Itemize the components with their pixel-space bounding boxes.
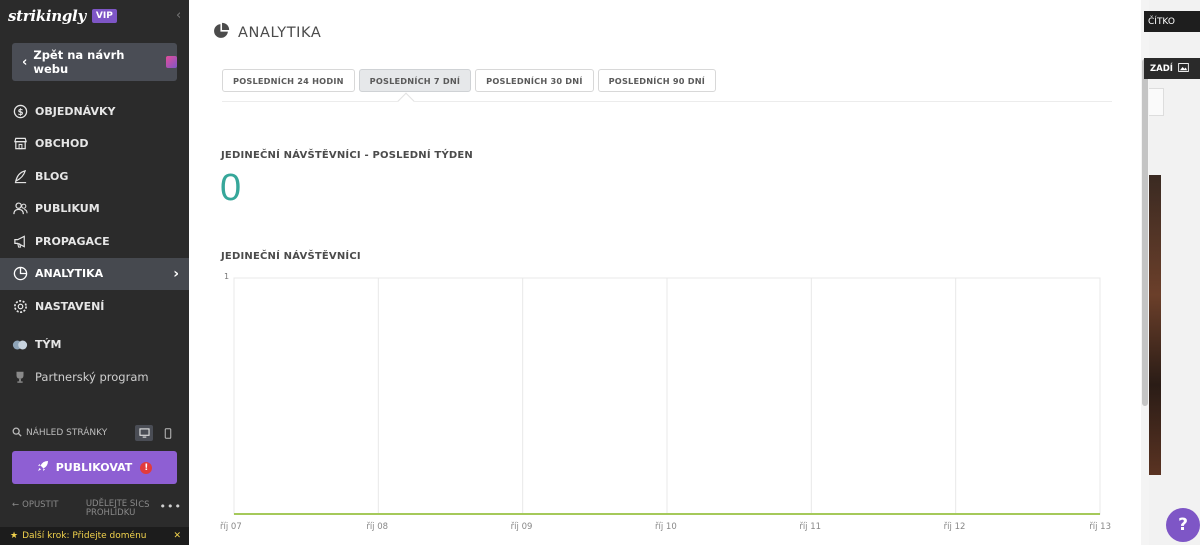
- exit-label: OPUSTIT: [22, 500, 59, 510]
- device-toggle: [135, 425, 177, 441]
- x-tick-label: říj 09: [511, 522, 533, 532]
- sidebar-item-audience[interactable]: PUBLIKUM: [0, 193, 189, 226]
- star-icon: ★: [10, 531, 19, 541]
- trophy-icon: [12, 369, 28, 385]
- megaphone-icon: [12, 233, 28, 249]
- sidebar-footer: ← OPUSTIT UDĚLEJTE SI PROHLÍDKU CS •••: [12, 500, 182, 518]
- x-tick-label: říj 12: [944, 522, 966, 532]
- sidebar-item-team[interactable]: TÝM: [0, 329, 189, 362]
- unique-visitors-week-value: 0: [220, 167, 242, 209]
- mobile-icon[interactable]: [159, 425, 177, 441]
- x-tick-label: říj 07: [220, 522, 242, 532]
- vip-badge: VIP: [91, 9, 117, 23]
- svg-text:$: $: [17, 107, 23, 117]
- unique-visitors-chart: 1 říj 07 říj 08 říj 09 říj 10 říj 11 říj 12 říj…: [220, 272, 1111, 532]
- editor-panel-fragment: [1149, 88, 1164, 116]
- sidebar-item-label: OBCHOD: [35, 137, 89, 151]
- sidebar-item-label: OBJEDNÁVKY: [35, 104, 116, 118]
- x-tick-label: říj 10: [655, 522, 677, 532]
- exit-button[interactable]: ← OPUSTIT: [12, 500, 72, 510]
- tour-link[interactable]: UDĚLEJTE SI PROHLÍDKU: [86, 500, 138, 518]
- chevron-left-icon: ‹: [22, 54, 28, 70]
- sidebar-item-label: Partnerský program: [35, 370, 149, 385]
- sidebar-item-blog[interactable]: BLOG: [0, 160, 189, 193]
- sidebar-item-label: NASTAVENÍ: [35, 299, 105, 313]
- arrow-left-icon: ←: [12, 500, 20, 510]
- sidebar-item-orders[interactable]: $ OBJEDNÁVKY: [0, 95, 189, 128]
- store-icon: [12, 136, 28, 152]
- y-tick-label: 1: [224, 272, 229, 281]
- page-header: ANALYTIKA: [213, 22, 321, 43]
- tabs-divider: [222, 101, 1112, 102]
- search-icon: [12, 427, 22, 440]
- editor-button-top[interactable]: ČÍTKO: [1144, 11, 1200, 32]
- page-preview-row: NÁHLED STRÁNKY: [12, 424, 177, 442]
- language-selector[interactable]: CS: [138, 500, 149, 510]
- page-title: ANALYTIKA: [238, 24, 322, 41]
- sidebar-item-promotion[interactable]: PROPAGACE: [0, 225, 189, 258]
- x-tick-label: říj 08: [366, 522, 388, 532]
- unique-visitors-week-label: JEDINEČNÍ NÁVŠTĚVNÍCI - POSLEDNÍ TÝDEN: [221, 150, 473, 161]
- publish-label: PUBLIKOVAT: [55, 461, 133, 474]
- pen-icon: [12, 168, 28, 184]
- back-to-editor-button[interactable]: ‹ Zpět na návrh webu: [12, 43, 177, 81]
- sidebar-item-partner-program[interactable]: Partnerský program: [0, 361, 189, 394]
- site-icon: [166, 56, 177, 68]
- publish-button[interactable]: PUBLIKOVAT !: [12, 451, 177, 484]
- tab-24-hours[interactable]: POSLEDNÍCH 24 HODIN: [222, 69, 355, 92]
- users-icon: [12, 201, 28, 217]
- dollar-circle-icon: $: [12, 103, 28, 119]
- tab-30-days[interactable]: POSLEDNÍCH 30 DNÍ: [475, 69, 594, 92]
- next-step-label: Další krok: Přidejte doménu: [22, 531, 147, 541]
- close-icon[interactable]: ✕: [173, 531, 181, 541]
- preview-label: NÁHLED STRÁNKY: [26, 428, 108, 438]
- sidebar-nav: $ OBJEDNÁVKY OBCHOD BLOG PUBLIKUM PROPAG…: [0, 95, 189, 394]
- chevron-right-icon: ›: [173, 265, 179, 282]
- image-icon: [1178, 62, 1189, 75]
- team-avatars-icon: [12, 337, 28, 353]
- sidebar-item-label: BLOG: [35, 169, 69, 183]
- pie-chart-icon: [213, 22, 230, 43]
- help-button[interactable]: ?: [1166, 508, 1200, 542]
- warning-icon: !: [140, 461, 153, 474]
- x-tick-label: říj 11: [799, 522, 821, 532]
- sidebar-item-label: TÝM: [35, 338, 62, 352]
- sidebar-item-store[interactable]: OBCHOD: [0, 128, 189, 161]
- tab-90-days[interactable]: POSLEDNÍCH 90 DNÍ: [597, 69, 717, 92]
- sidebar-item-settings[interactable]: NASTAVENÍ: [0, 290, 189, 323]
- desktop-icon[interactable]: [135, 425, 153, 441]
- x-tick-label: říj 13: [1089, 522, 1111, 532]
- unique-visitors-chart-label: JEDINEČNÍ NÁVŠTĚVNÍCI: [221, 251, 361, 262]
- back-button-label: Zpět na návrh webu: [33, 48, 125, 76]
- sidebar-item-label: PUBLIKUM: [35, 202, 100, 216]
- editor-button-background[interactable]: ZADÍ: [1144, 58, 1200, 79]
- period-tabs: POSLEDNÍCH 24 HODIN POSLEDNÍCH 7 DNÍ POS…: [222, 69, 717, 92]
- logo[interactable]: strikingly VIP: [8, 6, 117, 26]
- logo-text: strikingly: [8, 7, 86, 25]
- pie-chart-icon: [12, 266, 28, 282]
- scrollbar-thumb[interactable]: [1142, 59, 1148, 406]
- sidebar-item-label: PROPAGACE: [35, 234, 110, 248]
- next-step-banner[interactable]: ★ Další krok: Přidejte doménu ✕: [0, 527, 189, 545]
- collapse-sidebar-icon[interactable]: ‹: [176, 8, 181, 23]
- editor-button-background-label: ZADÍ: [1150, 63, 1173, 74]
- analytics-panel: ANALYTIKA POSLEDNÍCH 24 HODIN POSLEDNÍCH…: [189, 0, 1149, 545]
- sidebar-item-analytics[interactable]: ANALYTIKA ›: [0, 257, 189, 290]
- background-image: [1149, 175, 1161, 475]
- active-tab-pointer: [397, 92, 415, 110]
- tab-7-days[interactable]: POSLEDNÍCH 7 DNÍ: [358, 69, 472, 92]
- rocket-icon: [37, 460, 49, 475]
- more-icon[interactable]: •••: [160, 500, 182, 513]
- gear-icon: [12, 298, 28, 314]
- sidebar-item-label: ANALYTIKA: [35, 267, 104, 281]
- sidebar: strikingly VIP ‹ ‹ Zpět na návrh webu $ …: [0, 0, 189, 545]
